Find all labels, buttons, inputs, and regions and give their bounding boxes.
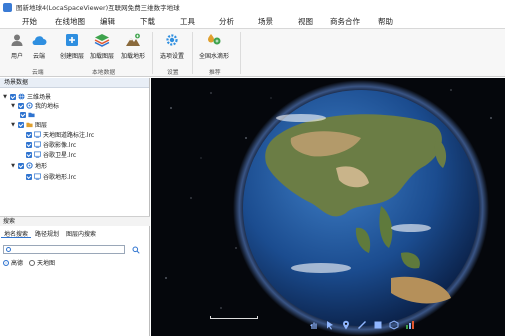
menu-business[interactable]: 商务合作 (330, 16, 360, 27)
map-tools-toolbar (308, 318, 416, 332)
ribbon-toolbar: 用户 云端 创建图层 加载图层 加载地形 选项设置 全国水滴形 云端 本地数据 … (0, 29, 505, 77)
group-label-local-data: 本地数据 (92, 70, 116, 76)
search-section-header: 搜索 (0, 216, 150, 226)
load-layer-icon (94, 32, 110, 48)
load-terrain-icon (125, 32, 141, 48)
menu-tools[interactable]: 工具 (180, 16, 195, 27)
tree-item-terrain[interactable]: ▼ 地形 (10, 161, 47, 170)
expand-arrow-icon[interactable]: ▼ (2, 94, 8, 100)
group-label-recommend: 推荐 (209, 70, 221, 76)
search-source-options: 高德 天地图 (3, 258, 55, 267)
location-pin-icon (6, 247, 11, 252)
load-layer-button[interactable]: 加载图层 (85, 32, 119, 60)
layer-checkbox[interactable] (18, 121, 24, 128)
layer-checkbox[interactable] (18, 162, 24, 169)
national-drop-shape-button[interactable]: 全国水滴形 (197, 32, 231, 60)
menu-edit[interactable]: 编辑 (100, 16, 115, 27)
hand-icon[interactable] (308, 319, 320, 331)
ribbon-separator (192, 32, 193, 74)
menu-download[interactable]: 下载 (140, 16, 155, 27)
folder-icon (28, 112, 35, 118)
cube-icon[interactable] (388, 319, 400, 331)
cloud-button[interactable]: 云端 (22, 32, 56, 60)
settings-gear-icon (164, 32, 180, 48)
load-terrain-button[interactable]: 加载地形 (116, 32, 150, 60)
scene-data-header: 场景数据 (0, 78, 149, 88)
line-icon[interactable] (356, 319, 368, 331)
doc-icon (34, 151, 41, 158)
doc-icon (34, 131, 41, 138)
layer-checkbox[interactable] (20, 111, 26, 118)
pin-icon (26, 102, 33, 109)
search-icon (132, 246, 140, 254)
menu-start[interactable]: 开始 (22, 16, 37, 27)
tab-place-search[interactable]: 地名搜索 (1, 228, 32, 238)
ribbon-separator (240, 32, 241, 74)
earth-globe (165, 80, 492, 336)
expand-arrow-icon[interactable]: ▼ (10, 122, 16, 128)
cloud-icon (31, 32, 47, 48)
tree-item-landmark-folder[interactable] (18, 110, 37, 119)
create-layer-button[interactable]: 创建图层 (55, 32, 89, 60)
left-panel: 场景数据 ▼ 三维场景 ▼ 我的地标 ▼ 图层 天地图道路标注.lrc 谷歌影像… (0, 78, 150, 336)
layer-checkbox[interactable] (26, 173, 32, 180)
chart-icon[interactable] (404, 319, 416, 331)
globe-icon (18, 93, 25, 100)
menu-bar: 开始 在线地图 编辑 下载 工具 分析 场景 视图 商务合作 帮助 (0, 14, 505, 29)
placemark-icon[interactable] (340, 319, 352, 331)
tree-item-google-imagery[interactable]: 谷歌影像.lrc (24, 140, 76, 149)
group-label-cloud: 云端 (32, 70, 44, 76)
tree-item-my-landmarks[interactable]: ▼ 我的地标 (10, 101, 59, 110)
drop-shape-icon (206, 32, 222, 48)
add-layer-icon (64, 32, 80, 48)
expand-arrow-icon[interactable]: ▼ (10, 163, 16, 169)
tab-route-planning[interactable]: 路径规划 (32, 228, 62, 238)
tree-item-google-terrain[interactable]: 谷歌地形.lrc (24, 172, 76, 181)
menu-help[interactable]: 帮助 (378, 16, 393, 27)
search-input[interactable] (3, 245, 125, 254)
doc-icon (34, 173, 41, 180)
options-settings-button[interactable]: 选项设置 (155, 32, 189, 60)
layer-checkbox[interactable] (26, 131, 32, 138)
tree-item-google-satellite[interactable]: 谷歌卫星.lrc (24, 150, 76, 159)
scale-bar (210, 316, 258, 319)
menu-scene[interactable]: 场景 (258, 16, 273, 27)
globe-viewer[interactable] (151, 78, 505, 336)
layer-checkbox[interactable] (18, 102, 24, 109)
radio-gaode[interactable] (3, 259, 9, 266)
menu-analysis[interactable]: 分析 (219, 16, 234, 27)
tree-item-layers[interactable]: ▼ 图层 (10, 120, 47, 129)
cursor-icon[interactable] (324, 319, 336, 331)
polygon-icon[interactable] (372, 319, 384, 331)
tab-layer-search[interactable]: 图层内搜索 (63, 228, 99, 238)
ribbon-separator (152, 32, 153, 74)
layer-checkbox[interactable] (10, 93, 16, 100)
layer-checkbox[interactable] (26, 151, 32, 158)
search-tabs: 地名搜索 路径规划 图层内搜索 (0, 228, 150, 238)
expand-arrow-icon[interactable]: ▼ (10, 103, 16, 109)
folder-icon (26, 122, 33, 128)
title-bar: 图新地球4(LocaSpaceViewer)互联网免费三维数字地球 (0, 0, 505, 14)
pin-icon (26, 162, 33, 169)
app-logo-icon (3, 2, 12, 12)
tree-item-3d-scene[interactable]: ▼ 三维场景 (2, 92, 51, 101)
menu-view[interactable]: 视图 (298, 16, 313, 27)
menu-online-map[interactable]: 在线地图 (55, 16, 85, 27)
search-button[interactable] (131, 245, 140, 254)
layer-checkbox[interactable] (26, 141, 32, 148)
doc-icon (34, 141, 41, 148)
tree-item-tianditu-road[interactable]: 天地图道路标注.lrc (24, 130, 94, 139)
window-title: 图新地球4(LocaSpaceViewer)互联网免费三维数字地球 (16, 4, 180, 12)
radio-tianditu[interactable] (29, 259, 36, 266)
group-label-settings: 设置 (167, 70, 179, 76)
